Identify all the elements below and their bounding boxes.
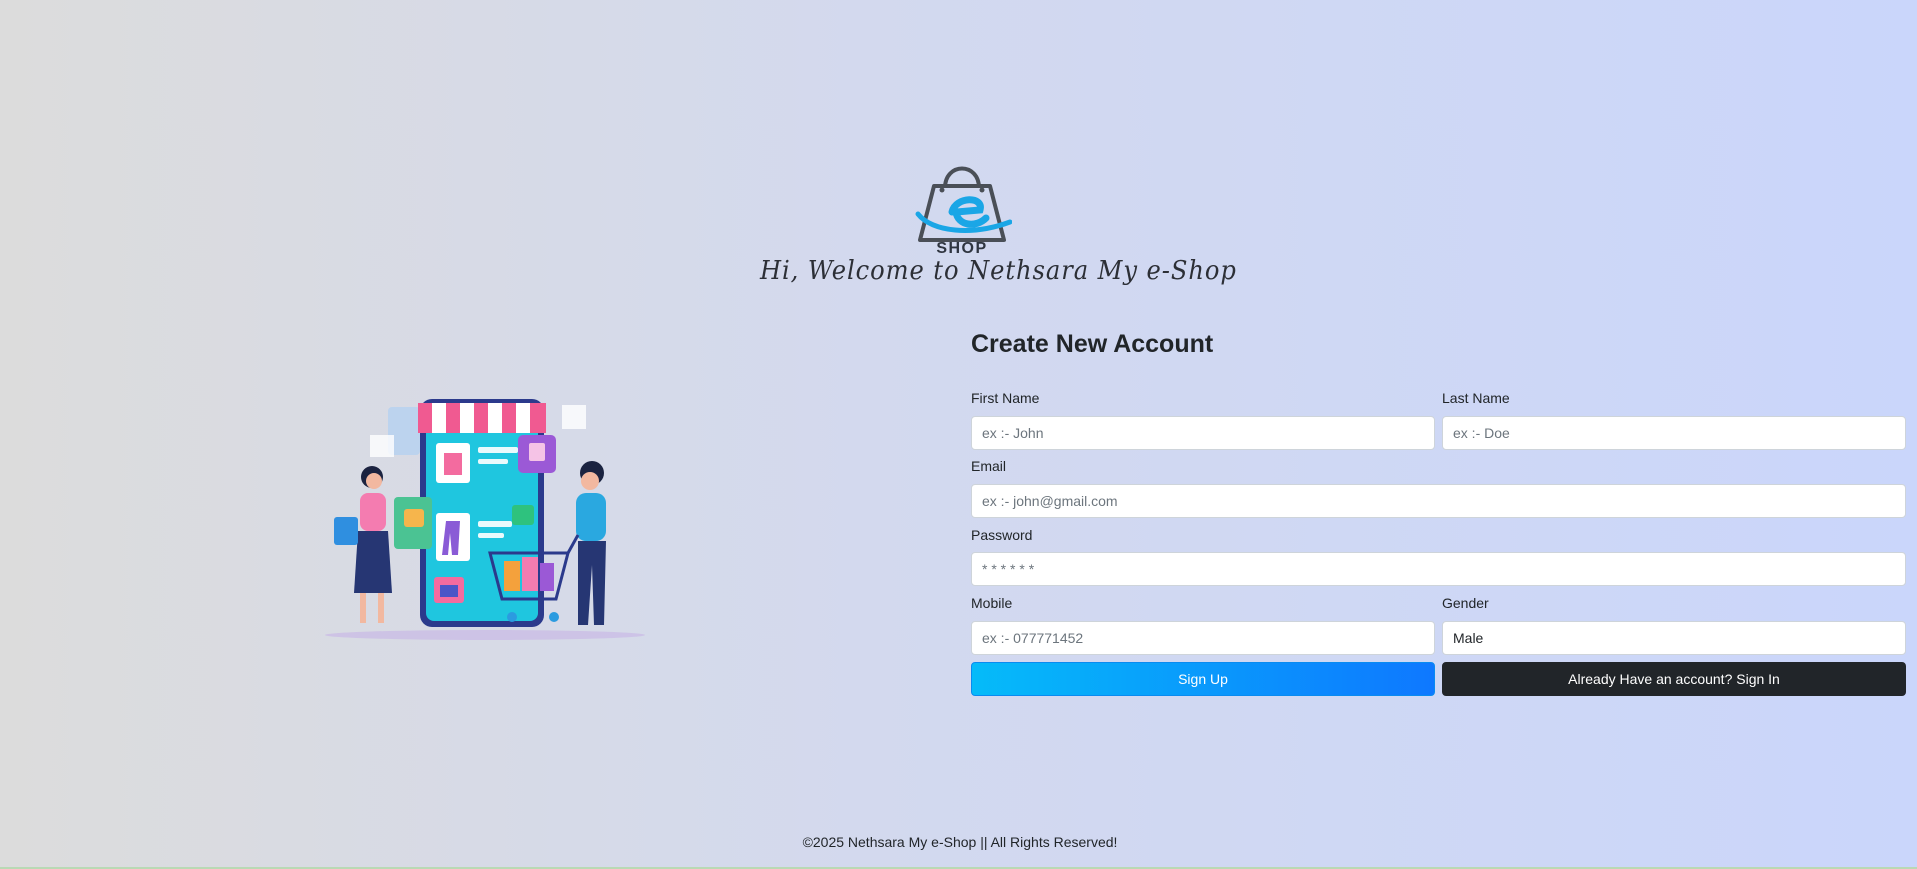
sign-in-button[interactable]: Already Have an account? Sign In bbox=[1442, 662, 1906, 696]
first-name-input[interactable] bbox=[971, 416, 1435, 450]
footer-copyright: ©2025 Nethsara My e-Shop || All Rights R… bbox=[802, 834, 1118, 850]
mobile-label: Mobile bbox=[971, 595, 1013, 611]
shop-logo: SHOP bbox=[912, 152, 1012, 262]
gender-select[interactable]: Male bbox=[1442, 621, 1906, 655]
mobile-input[interactable] bbox=[971, 621, 1435, 655]
online-shopping-illustration bbox=[322, 385, 648, 641]
welcome-heading: Hi, Welcome to Nethsara My e-Shop bbox=[760, 256, 1237, 286]
form-title: Create New Account bbox=[971, 330, 1214, 358]
last-name-label: Last Name bbox=[1442, 390, 1510, 406]
password-label: Password bbox=[971, 527, 1033, 543]
gender-selected-value: Male bbox=[1453, 630, 1484, 646]
email-label: Email bbox=[971, 458, 1007, 474]
last-name-input[interactable] bbox=[1442, 416, 1906, 450]
sign-up-button[interactable]: Sign Up bbox=[971, 662, 1435, 696]
gender-label: Gender bbox=[1442, 595, 1489, 611]
shopping-bag-e-logo-icon bbox=[915, 166, 1012, 242]
password-input[interactable] bbox=[971, 552, 1906, 586]
first-name-label: First Name bbox=[971, 390, 1040, 406]
email-input[interactable] bbox=[971, 484, 1906, 518]
